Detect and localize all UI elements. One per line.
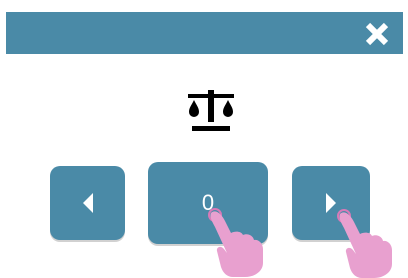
title-bar bbox=[6, 12, 403, 54]
pointing-hand-icon bbox=[336, 208, 396, 278]
triangle-left-icon bbox=[81, 192, 95, 214]
decrement-button[interactable] bbox=[50, 166, 125, 240]
pointing-hand-icon bbox=[207, 207, 267, 278]
app-window: 0 bbox=[0, 0, 408, 278]
close-icon bbox=[365, 22, 389, 46]
scale-icon bbox=[184, 88, 238, 134]
close-button[interactable] bbox=[363, 20, 391, 48]
